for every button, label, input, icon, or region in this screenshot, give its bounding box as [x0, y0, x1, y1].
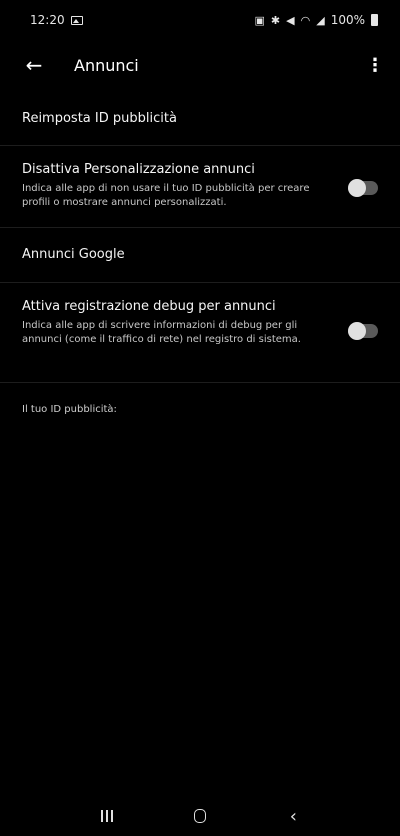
- bluetooth-icon: ✱: [270, 13, 281, 27]
- ad-id-label: Il tuo ID pubblicità:: [22, 404, 117, 415]
- home-icon: [193, 809, 206, 823]
- divider: [0, 145, 400, 146]
- google-ads-item[interactable]: Annunci Google: [0, 246, 400, 264]
- reset-ad-id-item[interactable]: Reimposta ID pubblicità: [0, 110, 400, 128]
- disable-personalization-summary: Indica alle app di non usare il tuo ID p…: [22, 183, 310, 208]
- divider: [0, 282, 400, 283]
- debug-logging-summary: Indica alle app di scrivere informazioni…: [22, 320, 301, 345]
- arrow-left-icon: ←: [25, 53, 43, 77]
- divider: [0, 227, 400, 228]
- recents-button[interactable]: [87, 801, 127, 831]
- status-left: 12:20: [30, 13, 83, 27]
- disable-personalization-toggle[interactable]: [348, 179, 378, 197]
- mute-icon: ◀: [286, 13, 295, 27]
- nfc-icon: ▣: [254, 13, 265, 27]
- toggle-knob: [348, 179, 366, 197]
- divider: [0, 382, 400, 383]
- more-options-button[interactable]: ⋮: [360, 45, 390, 85]
- home-button[interactable]: [180, 801, 220, 831]
- status-time: 12:20: [30, 13, 65, 27]
- debug-logging-item[interactable]: Attiva registrazione debug per annunci I…: [0, 298, 400, 347]
- app-bar: ← Annunci ⋮: [0, 40, 400, 90]
- disable-personalization-item[interactable]: Disattiva Personalizzazione annunci Indi…: [0, 161, 400, 210]
- disable-personalization-title: Disattiva Personalizzazione annunci: [22, 162, 255, 177]
- status-bar: 12:20 ▣ ✱ ◀ ◠ ◢ 100%: [0, 0, 400, 40]
- reset-ad-id-title: Reimposta ID pubblicità: [22, 111, 177, 126]
- google-ads-title: Annunci Google: [22, 247, 125, 262]
- recents-icon: [100, 810, 113, 822]
- signal-icon: ◢: [316, 13, 325, 27]
- battery-icon: [371, 14, 378, 26]
- navigation-bar: ‹: [0, 796, 400, 836]
- back-nav-button[interactable]: ‹: [273, 801, 313, 831]
- status-right: ▣ ✱ ◀ ◠ ◢ 100%: [255, 13, 378, 27]
- debug-logging-toggle[interactable]: [348, 322, 378, 340]
- back-button[interactable]: ←: [14, 45, 54, 85]
- gallery-icon: [70, 15, 83, 25]
- back-icon: ‹: [289, 805, 297, 827]
- battery-percent: 100%: [330, 13, 365, 27]
- wifi-icon: ◠: [300, 13, 311, 27]
- debug-logging-title: Attiva registrazione debug per annunci: [22, 299, 276, 314]
- page-title: Annunci: [74, 55, 139, 75]
- toggle-knob: [348, 322, 366, 340]
- more-vert-icon: ⋮: [366, 54, 384, 76]
